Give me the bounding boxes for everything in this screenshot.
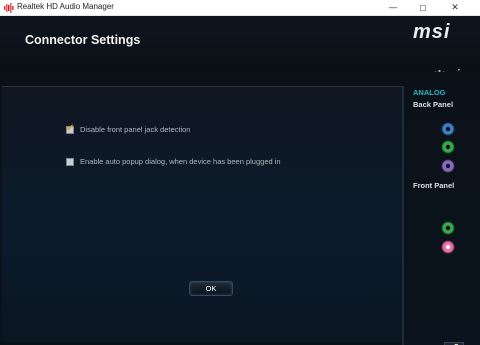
blue-jack-icon[interactable] [441,122,455,136]
check-mark-icon: ✔ [66,122,75,134]
option-auto-popup[interactable]: Enable auto popup dialog, when device ha… [66,157,281,166]
option-label: Enable auto popup dialog, when device ha… [80,157,281,166]
ok-button[interactable]: OK [189,281,233,296]
main-area: Connector Settings msi i ✔ Disable front… [0,16,480,345]
green-jack-icon[interactable] [441,140,455,154]
speaker-icon [4,3,14,13]
option-label: Disable front panel jack detection [80,125,191,134]
minimize-button[interactable]: — [378,0,408,16]
back-panel-label: Back Panel [413,100,454,109]
option-disable-front-jack[interactable]: ✔ Disable front panel jack detection [66,122,191,134]
side-panel: ANALOG Back Panel Front Panel [404,72,480,345]
window-title: Realtek HD Audio Manager [17,2,114,11]
maximize-button[interactable]: ☐ [408,0,438,16]
close-button[interactable]: ✕ [440,0,470,16]
connector-settings-panel: ✔ Disable front panel jack detection Ena… [2,86,404,342]
page-title: Connector Settings [25,33,141,47]
header: Connector Settings msi [0,16,480,72]
analog-section-title: ANALOG [413,88,446,97]
disable-front-jack-checkbox[interactable]: ✔ [66,122,75,134]
front-panel-label: Front Panel [413,181,455,190]
auto-popup-checkbox[interactable] [66,157,74,166]
purple-jack-icon[interactable] [441,159,455,173]
pink-jack-icon[interactable] [441,240,455,254]
title-bar: Realtek HD Audio Manager — ☐ ✕ [0,0,480,16]
green-jack-icon[interactable] [441,221,455,235]
msi-logo: msi [413,22,450,42]
svg-text:msi: msi [413,22,450,42]
